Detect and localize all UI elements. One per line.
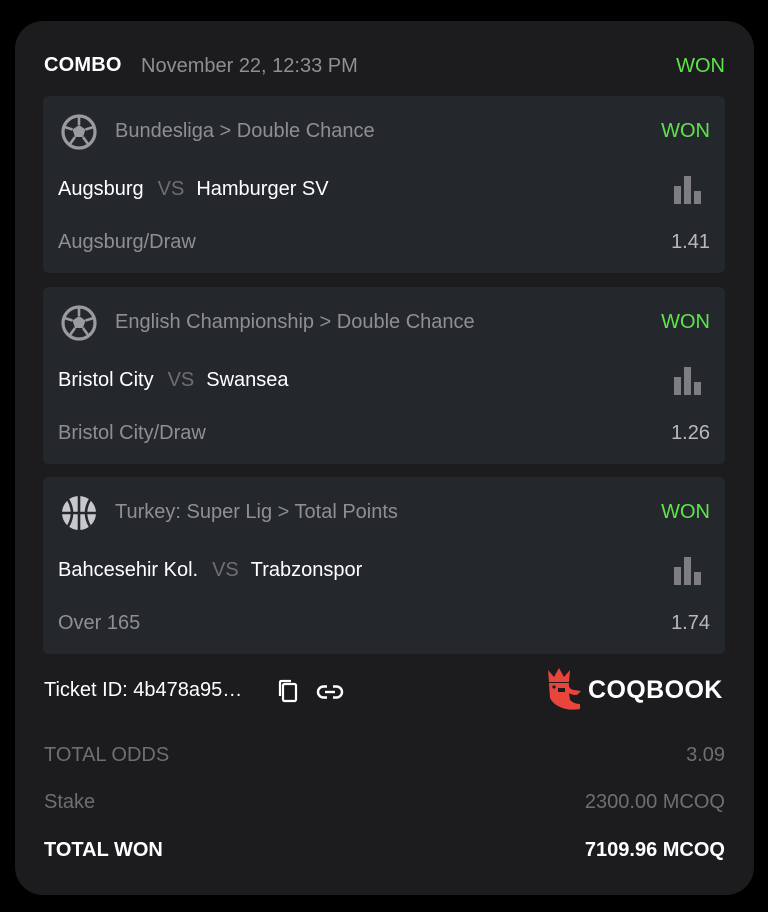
home-team: Bahcesehir Kol. <box>58 559 199 581</box>
total-odds-row: TOTAL ODDS 3.09 <box>44 744 725 770</box>
bet-league-market: Turkey: Super Lig > Total Points <box>115 501 398 523</box>
bet-league-market: English Championship > Double Chance <box>115 311 475 333</box>
slip-status-badge: WON <box>676 55 725 77</box>
away-team: Swansea <box>206 369 289 391</box>
total-won-value: 7109.96 MCOQ <box>584 839 725 861</box>
bet-pick: Bristol City/Draw <box>58 422 206 444</box>
stats-icon[interactable] <box>673 365 703 395</box>
total-won-label: TOTAL WON <box>44 839 163 861</box>
total-won-row: TOTAL WON 7109.96 MCOQ <box>44 839 725 865</box>
vs-label: VS <box>167 369 195 391</box>
vs-label: VS <box>212 559 239 581</box>
total-odds-label: TOTAL ODDS <box>44 744 170 766</box>
coqbook-logo: COQBOOK <box>544 666 726 714</box>
soccer-ball-icon <box>61 114 97 150</box>
bet-odds: 1.41 <box>671 231 710 253</box>
bet-type-label: COMBO <box>44 54 122 76</box>
ticket-id: Ticket ID: 4b478a95… <box>44 679 243 701</box>
bet-matchup: Augsburg VS Hamburger SV <box>58 178 329 201</box>
bet-leg: Turkey: Super Lig > Total Points WON Bah… <box>43 477 725 654</box>
away-team: Trabzonspor <box>250 559 363 581</box>
away-team: Hamburger SV <box>196 178 329 200</box>
stake-label: Stake <box>44 791 96 813</box>
stats-icon[interactable] <box>673 555 703 585</box>
bet-odds: 1.26 <box>671 422 710 444</box>
home-team: Bristol City <box>58 369 154 391</box>
bet-odds: 1.74 <box>671 612 710 634</box>
home-team: Augsburg <box>58 178 144 200</box>
brand-name: COQBOOK <box>588 676 723 704</box>
bet-leg: Bundesliga > Double Chance WON Augsburg V… <box>43 96 725 273</box>
rooster-logo-icon <box>548 668 581 710</box>
copy-icon[interactable] <box>276 678 300 704</box>
link-icon[interactable] <box>315 679 345 705</box>
stake-value: 2300.00 MCOQ <box>584 791 725 813</box>
bet-matchup: Bristol City VS Swansea <box>58 369 289 392</box>
bet-matchup: Bahcesehir Kol. VS Trabzonspor <box>58 559 362 582</box>
bet-pick: Augsburg/Draw <box>58 231 196 253</box>
bet-status-badge: WON <box>661 311 710 333</box>
stake-row: Stake 2300.00 MCOQ <box>44 791 725 817</box>
bet-status-badge: WON <box>661 501 710 523</box>
bet-pick: Over 165 <box>58 612 141 634</box>
bet-league-market: Bundesliga > Double Chance <box>115 120 375 142</box>
vs-label: VS <box>157 178 185 200</box>
bet-leg: English Championship > Double Chance WON… <box>43 287 725 464</box>
slip-header: COMBO November 22, 12:33 PM WON <box>44 54 725 80</box>
stats-icon[interactable] <box>673 174 703 204</box>
ticket-id-row: Ticket ID: 4b478a95… <box>44 679 344 705</box>
soccer-ball-icon <box>61 305 97 341</box>
bet-slip-card: COMBO November 22, 12:33 PM WON Bundesli… <box>15 21 754 895</box>
bet-status-badge: WON <box>661 120 710 142</box>
total-odds-value: 3.09 <box>686 744 725 766</box>
bet-date: November 22, 12:33 PM <box>141 55 358 77</box>
basketball-icon <box>62 496 96 530</box>
